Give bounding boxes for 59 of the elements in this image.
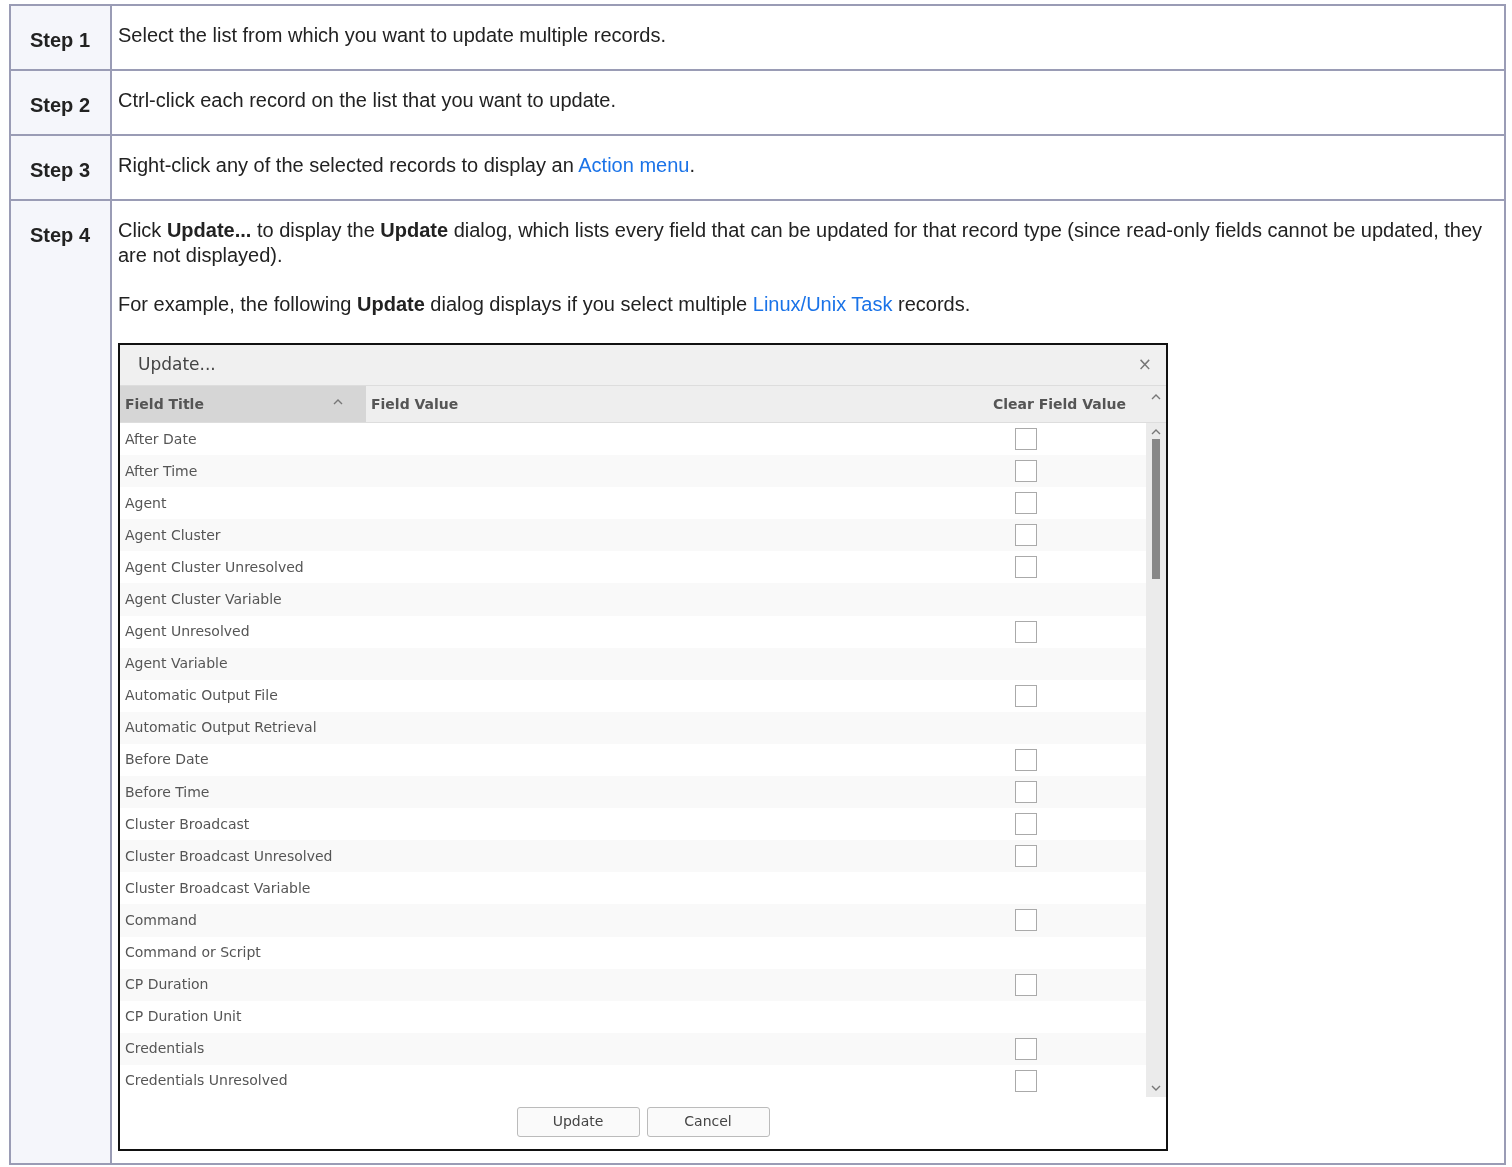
field-title: Agent Cluster Unresolved	[124, 557, 305, 577]
field-title: Cluster Broadcast Unresolved	[124, 846, 334, 866]
instruction-text: Right-click any of the selected records to display an Action menu.	[118, 153, 696, 178]
field-title: Before Time	[124, 782, 211, 802]
sort-caret-icon[interactable]	[333, 399, 343, 405]
scroll-up-icon[interactable]	[1151, 394, 1161, 400]
field-title: Credentials Unresolved	[124, 1071, 289, 1091]
field-title: After Time	[124, 461, 199, 481]
checkbox[interactable]	[1015, 620, 1037, 643]
step-label: Step 1	[10, 5, 111, 70]
field-title: Agent	[124, 493, 168, 513]
step-label: Step 2	[10, 70, 111, 135]
field-title: Cluster Broadcast Variable	[124, 878, 312, 898]
field-title: CP Duration	[124, 975, 210, 995]
field-title: Credentials	[124, 1039, 206, 1059]
field-title: Agent Unresolved	[124, 622, 251, 642]
field-title: Agent Cluster	[124, 525, 222, 545]
checkbox[interactable]	[1015, 973, 1037, 996]
field-title: Before Date	[124, 750, 210, 770]
instruction-text: For example, the following Update dialog displays if you select multiple Linux/Unix Task records.	[118, 292, 972, 317]
checkbox[interactable]	[1015, 1069, 1037, 1092]
scrollbar-thumb[interactable]	[1152, 439, 1160, 579]
step-label: Step 3	[10, 135, 111, 200]
checkbox[interactable]	[1015, 492, 1037, 515]
checkbox[interactable]	[1015, 845, 1037, 868]
checkbox[interactable]	[1015, 781, 1037, 804]
field-title: Command or Script	[124, 943, 262, 963]
step-label: Step 4	[10, 200, 111, 1164]
field-title: After Date	[124, 429, 198, 449]
scroll-up-icon[interactable]	[1151, 429, 1161, 435]
field-title: Agent Variable	[124, 654, 229, 674]
field-title: Automatic Output Retrieval	[124, 718, 318, 738]
checkbox[interactable]	[1015, 813, 1037, 836]
field-title: Agent Cluster Variable	[124, 590, 283, 609]
instruction-text: Ctrl-click each record on the list that you want to update.	[118, 88, 618, 113]
dialog-button[interactable]: Cancel	[646, 1106, 770, 1137]
field-title: Command	[124, 910, 198, 930]
column-header[interactable]: Field Value	[366, 386, 995, 422]
checkbox[interactable]	[1015, 909, 1037, 932]
column-header[interactable]: Field Title	[120, 386, 366, 422]
checkbox[interactable]	[1015, 428, 1037, 451]
field-title: Cluster Broadcast	[124, 814, 251, 834]
scroll-down-icon[interactable]	[1151, 1084, 1161, 1091]
checkbox[interactable]	[1015, 524, 1037, 547]
checkbox[interactable]	[1015, 460, 1037, 483]
field-title: CP Duration Unit	[124, 1007, 243, 1027]
instruction-text: Click Update... to display the Update dialog, which lists every field that can be updated for that record type (since read-only fields cannot be updated, they are not displayed).	[118, 218, 1484, 268]
link[interactable]: Linux/Unix Task	[752, 293, 893, 315]
checkbox[interactable]	[1015, 749, 1037, 771]
checkbox[interactable]	[1015, 1037, 1037, 1060]
checkbox[interactable]	[1015, 556, 1037, 579]
close-button[interactable]: ×	[1137, 352, 1152, 378]
field-title: Automatic Output File	[124, 686, 279, 706]
dialog-title: Update...	[138, 353, 216, 377]
instruction-text: Select the list from which you want to update multiple records.	[118, 23, 668, 48]
link[interactable]: Action menu	[578, 154, 690, 176]
checkbox[interactable]	[1015, 684, 1037, 707]
dialog-button[interactable]: Update	[516, 1106, 640, 1137]
column-header[interactable]: Clear Field Value	[995, 386, 1146, 422]
